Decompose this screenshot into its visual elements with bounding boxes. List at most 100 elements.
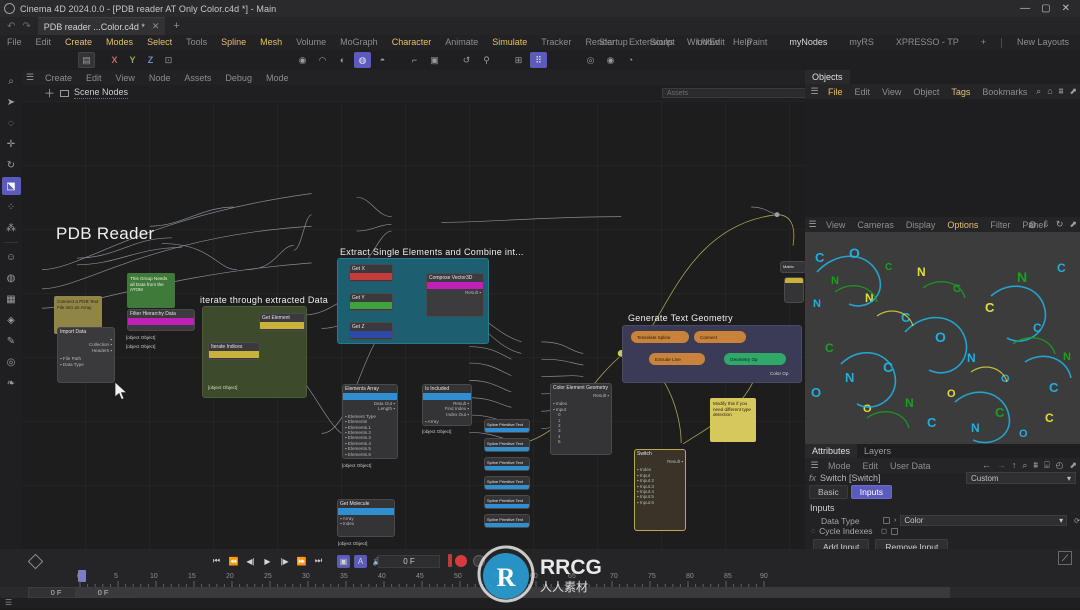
timeline-zoom-icon[interactable]: ⟋ (1058, 551, 1072, 565)
menu-item-edit[interactable]: Edit (29, 35, 59, 50)
add-node-icon[interactable]: ＋ (44, 85, 55, 101)
objects-menu-view[interactable]: View (876, 87, 907, 97)
breadcrumb[interactable]: Scene Nodes (74, 87, 129, 99)
menu-item-volume[interactable]: Volume (289, 35, 333, 50)
document-tab[interactable]: PDB reader ...Color.c4d * ✕ (37, 17, 166, 35)
filter-icon[interactable]: ⩩ (1033, 460, 1038, 471)
blank-icon[interactable] (562, 52, 579, 68)
search-icon[interactable]: ⌕ (2, 72, 21, 90)
node-geometry-op[interactable]: Geometry Op (724, 353, 786, 365)
node-color-element-geometry[interactable]: Color Element Geometry Result ▪ ▪ Index … (550, 383, 612, 455)
material-icon[interactable]: ◍ (2, 269, 21, 287)
menu-item-tools[interactable]: Tools (179, 35, 214, 50)
menu-item-spline[interactable]: Spline (214, 35, 253, 50)
menu-item-mograph[interactable]: MoGraph (333, 35, 385, 50)
menu-item-create[interactable]: Create (58, 35, 99, 50)
axis-y-icon[interactable]: Y (124, 52, 141, 68)
layout-mynodes[interactable]: myNodes (778, 35, 839, 51)
objects-menu-bookmarks[interactable]: Bookmarks (976, 87, 1033, 97)
attr-menu-mode[interactable]: Mode (822, 461, 857, 471)
target-icon[interactable]: ◎ (582, 52, 599, 68)
current-frame-field[interactable]: 0 F (378, 554, 440, 568)
popout-icon[interactable]: ⬈ (1069, 86, 1077, 97)
layout-startup[interactable]: Startup (588, 35, 639, 50)
next-key-button[interactable]: ⏩ (295, 555, 308, 568)
select-arrow-icon[interactable]: ➤ (2, 93, 21, 111)
layout-add-button[interactable]: + (970, 35, 997, 50)
tab-basic[interactable]: Basic (809, 485, 848, 499)
axis-x-icon[interactable]: X (106, 52, 123, 68)
menu-item-tracker[interactable]: Tracker (534, 35, 578, 50)
record-button[interactable] (455, 555, 467, 567)
close-icon[interactable]: ✕ (152, 21, 160, 32)
rotate-icon[interactable]: ↻ (2, 156, 21, 174)
node-get-z[interactable]: Get Z (349, 322, 393, 340)
quantize-icon[interactable]: ⠿ (530, 52, 547, 68)
refresh-icon[interactable]: ↻ (1056, 219, 1064, 230)
menu-item-modes[interactable]: Modes (99, 35, 140, 50)
spline-pen-icon[interactable]: ☺ (2, 248, 21, 266)
redo-icon[interactable]: ↷ (22, 21, 30, 32)
viewport-menu-cameras[interactable]: Cameras (851, 220, 900, 230)
node-extrude-line[interactable]: Extrude Line (649, 353, 705, 365)
objects-menu-object[interactable]: Object (907, 87, 945, 97)
node-connect[interactable]: Connect (694, 331, 746, 343)
node-menu-assets[interactable]: Assets (177, 73, 218, 83)
render-queue-icon[interactable]: ◓ (374, 52, 391, 68)
maximize-button[interactable]: ▢ (1041, 3, 1050, 14)
search-icon[interactable]: ⌕ (1036, 86, 1041, 97)
tab-inputs[interactable]: Inputs (850, 485, 892, 499)
viewport-menu-display[interactable]: Display (900, 220, 942, 230)
node-menu-edit[interactable]: Edit (79, 73, 109, 83)
view-panel-icon[interactable]: ▣ (426, 52, 443, 68)
node-menu-mode[interactable]: Mode (259, 73, 296, 83)
range-track[interactable] (130, 587, 950, 598)
circle-a-icon[interactable]: ◔ (622, 52, 639, 68)
node-is-included[interactable]: Is Included Result ▪ Find Index ▪ Index … (422, 384, 472, 426)
minimize-button[interactable]: — (1020, 3, 1030, 14)
node-menu-view[interactable]: View (109, 73, 142, 83)
menu-item-simulate[interactable]: Simulate (485, 35, 534, 50)
move-icon[interactable]: ✛ (2, 135, 21, 153)
node-color-op[interactable]: Color Op (770, 371, 788, 377)
node-filter-hierarchy-data[interactable]: Filter Hierarchy Data (127, 309, 195, 331)
lock-icon[interactable]: ⌸ (1044, 460, 1049, 471)
node-spline-text-4[interactable]: Spline Primitive Text (484, 476, 530, 490)
bell-icon[interactable]: ⌂ (1047, 86, 1052, 97)
previous-key-button[interactable]: ⏪ (227, 555, 240, 568)
palette-icon[interactable]: ◈ (2, 311, 21, 329)
hamburger-icon[interactable]: ☰ (22, 72, 38, 83)
attr-menu-edit[interactable]: Edit (857, 461, 885, 471)
coordinate-system-icon[interactable]: ▤ (78, 52, 95, 68)
viewport-menu-filter[interactable]: Filter (984, 220, 1016, 230)
object-tree[interactable] (805, 99, 1080, 217)
record-stripe-icon[interactable] (448, 554, 452, 567)
node-spline-text-1[interactable]: Spline Primitive Text (484, 419, 530, 433)
port-dot-icon[interactable]: ◌ (811, 528, 815, 535)
edge-mode-icon[interactable]: ⁂ (2, 219, 21, 237)
hamburger-icon[interactable]: ☰ (5, 598, 12, 607)
viewport-menu-view[interactable]: View (820, 220, 851, 230)
node-menu-node[interactable]: Node (142, 73, 178, 83)
viewport-menu-options[interactable]: Options (941, 220, 984, 230)
hamburger-icon[interactable]: ☰ (807, 460, 822, 471)
range-start2-field[interactable]: 0 F (75, 587, 131, 598)
node-compose-vector3d[interactable]: Compose Vector3D Result ▪ (426, 273, 484, 317)
menu-item-file[interactable]: File (0, 35, 29, 50)
menu-item-animate[interactable]: Animate (438, 35, 485, 50)
node-get-y[interactable]: Get Y (349, 293, 393, 311)
hamburger-icon[interactable]: ☰ (805, 219, 820, 230)
brush-icon[interactable]: ✎ (2, 332, 21, 350)
asset-search-input[interactable]: Assets (662, 88, 812, 98)
previous-frame-button[interactable]: ◀| (244, 555, 257, 568)
undo-view-icon[interactable]: ↺ (458, 52, 475, 68)
axis-z-icon[interactable]: Z (142, 52, 159, 68)
render-picture-viewer-icon[interactable]: ◐ (334, 52, 351, 68)
menu-item-character[interactable]: Character (385, 35, 439, 50)
layout-uvedit[interactable]: UVEdit (686, 35, 736, 50)
node-spline-text-2[interactable]: Spline Primitive Text (484, 438, 530, 452)
scale-icon[interactable]: ⬔ (1, 177, 21, 195)
history-icon[interactable]: ◴ (1056, 460, 1064, 471)
reset-icon[interactable]: ⟳ (1074, 517, 1080, 525)
tab-layers[interactable]: Layers (857, 444, 898, 458)
